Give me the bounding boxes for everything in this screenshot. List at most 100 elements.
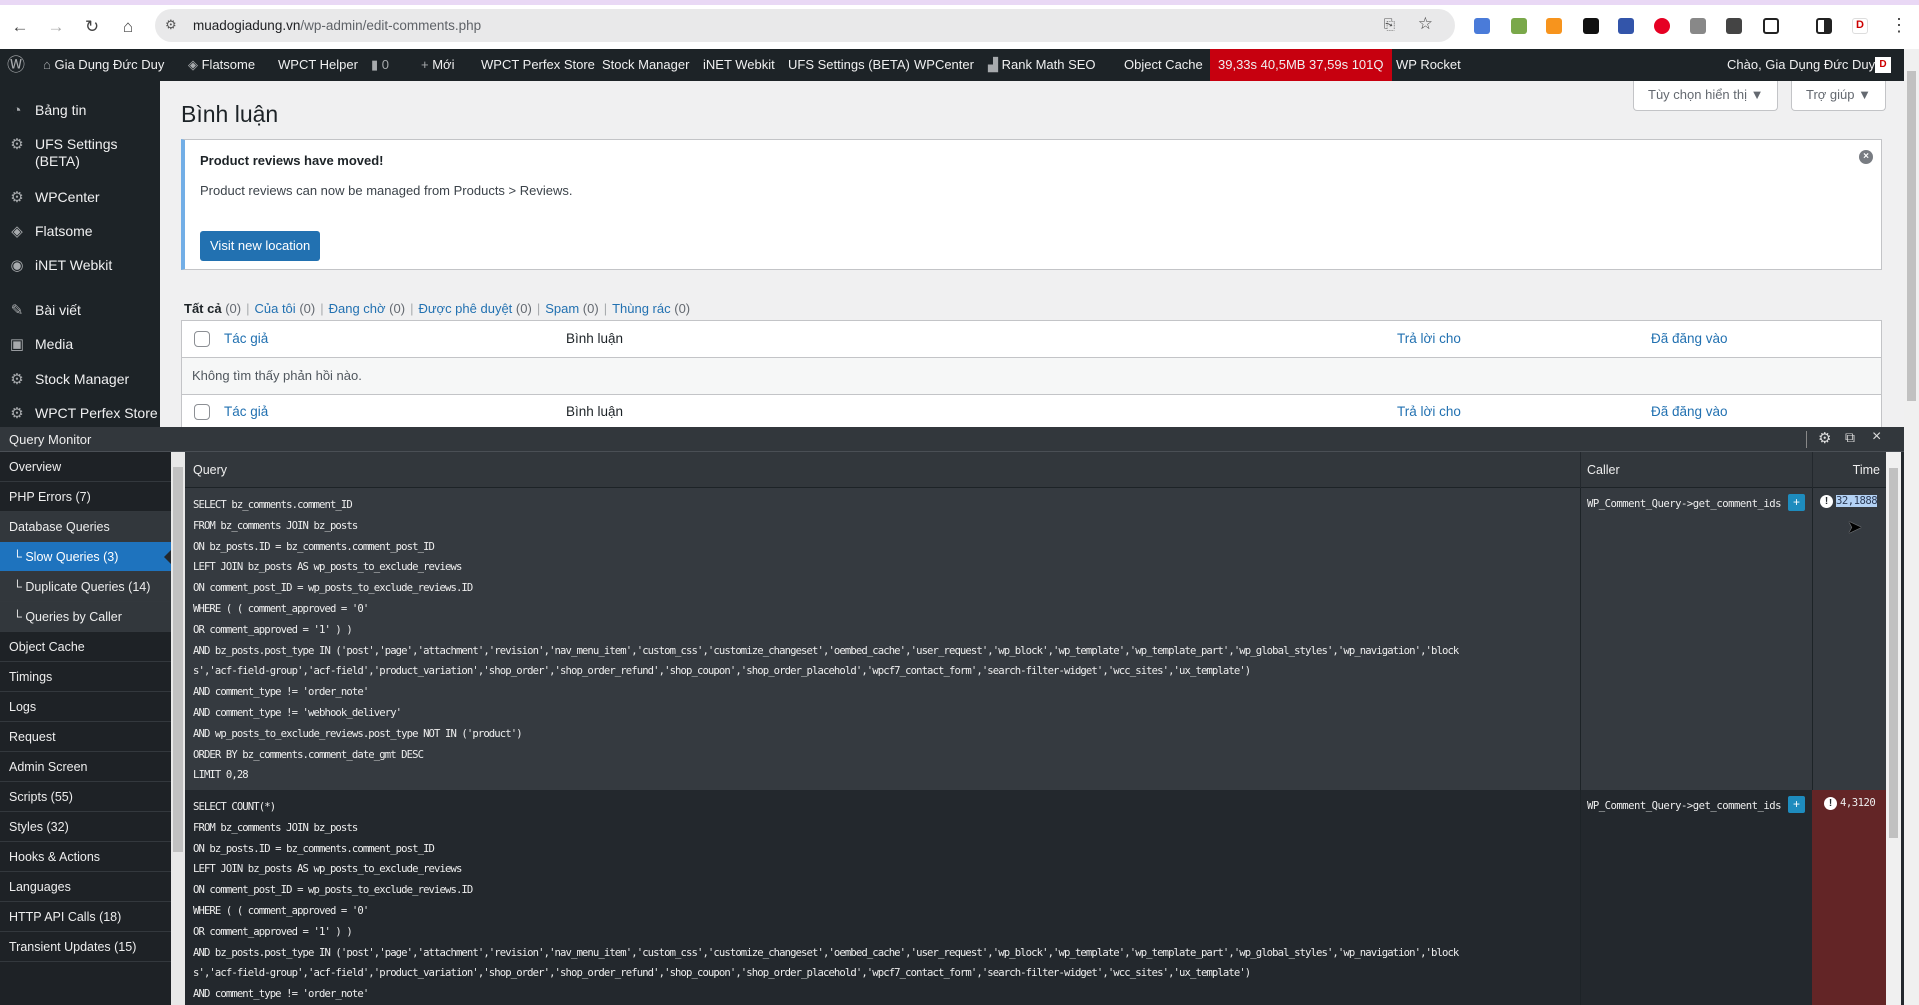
filter-all[interactable]: Tất cả [184,301,222,316]
filter-approved[interactable]: Được phê duyệt (0) [418,301,531,316]
column-in-response-to[interactable]: Trả lời cho [1397,404,1461,419]
sidebar-item-perfex[interactable]: ⚙ WPCT Perfex Store [0,405,160,422]
page-scrollbar-thumb[interactable] [1907,71,1916,401]
qm-nav-item[interactable]: Languages [0,872,171,902]
qm-nav-item[interactable]: Overview [0,452,171,482]
column-caller[interactable]: Caller [1587,463,1620,477]
column-author[interactable]: Tác giả [224,404,268,419]
sidebar-item-flatsome[interactable]: ◈ Flatsome [0,223,160,240]
qm-nav-item[interactable]: Styles (32) [0,812,171,842]
pop-out-icon[interactable]: ⧉ [1845,429,1855,446]
column-author[interactable]: Tác giả [224,331,268,346]
adminbar-inet[interactable]: iNET Webkit [703,49,775,81]
sidebar-item-stock[interactable]: ⚙ Stock Manager [0,371,160,388]
wordpress-logo-icon[interactable]: Ⓦ [7,49,25,81]
translate-extension-icon[interactable] [1474,18,1490,34]
adminbar-wpct-helper[interactable]: WPCT Helper [278,49,358,81]
screen-options-button[interactable]: Tùy chọn hiển thị ▼ [1633,81,1779,111]
star-icon[interactable]: ☆ [1418,14,1433,34]
adminbar-rankmath[interactable]: ▟ Rank Math SEO [988,49,1096,81]
shield-extension-icon[interactable] [1690,18,1706,34]
qm-nav-item[interactable]: └ Queries by Caller [0,602,171,632]
back-icon[interactable]: ← [8,15,32,39]
warning-icon: ! [1824,797,1837,810]
filter-spam[interactable]: Spam (0) [545,301,598,316]
pinterest-extension-icon[interactable] [1654,18,1670,34]
qm-nav-item[interactable]: Request [0,722,171,752]
home-icon[interactable]: ⌂ [116,15,140,39]
sidebar-item-wpcenter[interactable]: ⚙ WPCenter [0,189,160,206]
expand-caller-button[interactable]: + [1788,494,1805,511]
scrollbar-thumb[interactable] [173,467,183,852]
column-submitted-on[interactable]: Đã đăng vào [1651,331,1728,346]
query-monitor-stats[interactable]: 39,33s 40,5MB 37,59s 101Q [1210,49,1392,81]
adminbar-new[interactable]: + Mới [421,49,454,81]
sidebar-item-media[interactable]: ▣ Media [0,336,160,353]
filter-trash[interactable]: Thùng rác (0) [612,301,690,316]
qm-nav-item[interactable]: Hooks & Actions [0,842,171,872]
visit-new-location-button[interactable]: Visit new location [200,231,321,261]
qm-nav-item[interactable]: PHP Errors (7) [0,482,171,512]
qm-query-row: SELECT bz_comments.comment_ID FROM bz_com… [185,488,1886,790]
filter-mine[interactable]: Của tôi (0) [254,301,315,316]
user-avatar[interactable]: D [1875,57,1891,73]
reload-icon[interactable]: ↻ [80,15,104,39]
translate-icon[interactable]: ⎘ [1384,16,1395,33]
menu-dots-icon[interactable]: ⋮ [1890,15,1908,36]
select-all-checkbox[interactable] [194,404,210,420]
home-icon: ⌂ [43,57,55,72]
address-bar[interactable]: ⚙ muadogiadung.vn/wp-admin/edit-comments… [155,9,1455,42]
adminbar-greeting[interactable]: Chào, Gia Dụng Đức Duy [1727,49,1875,81]
scrollbar-thumb[interactable] [1889,468,1898,838]
qm-nav-item[interactable]: Database Queries [0,512,171,542]
adminbar-wp-rocket[interactable]: WP Rocket [1396,49,1461,81]
qm-nav-scrollbar[interactable] [171,452,185,1005]
qm-nav-item[interactable]: Object Cache [0,632,171,662]
adminbar-perfex[interactable]: WPCT Perfex Store [481,49,595,81]
extension-icon[interactable] [1618,18,1634,34]
adminbar-ufs[interactable]: UFS Settings (BETA) [788,49,910,81]
filter-pending[interactable]: Đang chờ (0) [329,301,405,316]
qm-table-scrollbar[interactable] [1886,452,1901,1005]
help-button[interactable]: Trợ giúp ▼ [1791,81,1886,111]
qm-query-row: SELECT COUNT(*) FROM bz_comments JOIN bz_… [185,790,1886,1005]
column-submitted-on[interactable]: Đã đăng vào [1651,404,1728,419]
column-query[interactable]: Query [193,463,227,477]
page-scrollbar[interactable] [1904,49,1919,1005]
qm-nav-item[interactable]: └ Duplicate Queries (14) [0,572,171,602]
qm-nav-item[interactable]: └ Slow Queries (3) [0,542,171,572]
m-extension-icon[interactable] [1726,18,1742,34]
qm-nav-item[interactable]: Scripts (55) [0,782,171,812]
sql-line: FROM bz_comments JOIN bz_posts [193,519,358,532]
seoquake-extension-icon[interactable] [1511,18,1527,34]
qm-nav-item[interactable]: Admin Screen [0,752,171,782]
sidebar-icon[interactable] [1816,18,1832,34]
sidebar-item-dashboard[interactable]: ◔ Bảng tin [0,102,160,119]
amazon-extension-icon[interactable] [1546,18,1562,34]
sidebar-item-posts[interactable]: ✎ Bài viết [0,302,160,319]
qm-nav-item[interactable]: Transient Updates (15) [0,932,171,962]
site-info-icon[interactable]: ⚙ [165,17,177,33]
sidebar-item-ufs[interactable]: ⚙ UFS Settings (BETA) [0,136,130,170]
close-icon[interactable]: × [1872,428,1881,446]
qm-nav-item[interactable]: Timings [0,662,171,692]
profile-avatar[interactable]: D [1852,18,1868,34]
gear-icon[interactable]: ⚙ [1818,429,1831,447]
extensions-puzzle-icon[interactable] [1763,18,1779,34]
select-all-checkbox[interactable] [194,331,210,347]
adminbar-flatsome[interactable]: ◈ Flatsome [188,49,255,81]
adminbar-stock[interactable]: Stock Manager [602,49,689,81]
qm-nav-item[interactable]: HTTP API Calls (18) [0,902,171,932]
column-in-response-to[interactable]: Trả lời cho [1397,331,1461,346]
column-time[interactable]: Time [1853,463,1880,477]
sidebar-item-inet[interactable]: ◉ iNET Webkit [0,257,160,274]
adminbar-wpcenter[interactable]: WPCenter [914,49,974,81]
expand-caller-button[interactable]: + [1788,796,1805,813]
qm-nav-item[interactable]: Logs [0,692,171,722]
extension-icon[interactable] [1583,18,1599,34]
adminbar-comments[interactable]: ▮ 0 [371,49,389,81]
forward-icon[interactable]: → [44,15,68,39]
adminbar-site[interactable]: ⌂ Gia Dụng Đức Duy [43,49,164,81]
dismiss-icon[interactable]: × [1859,150,1873,164]
adminbar-object-cache[interactable]: Object Cache [1124,49,1203,81]
